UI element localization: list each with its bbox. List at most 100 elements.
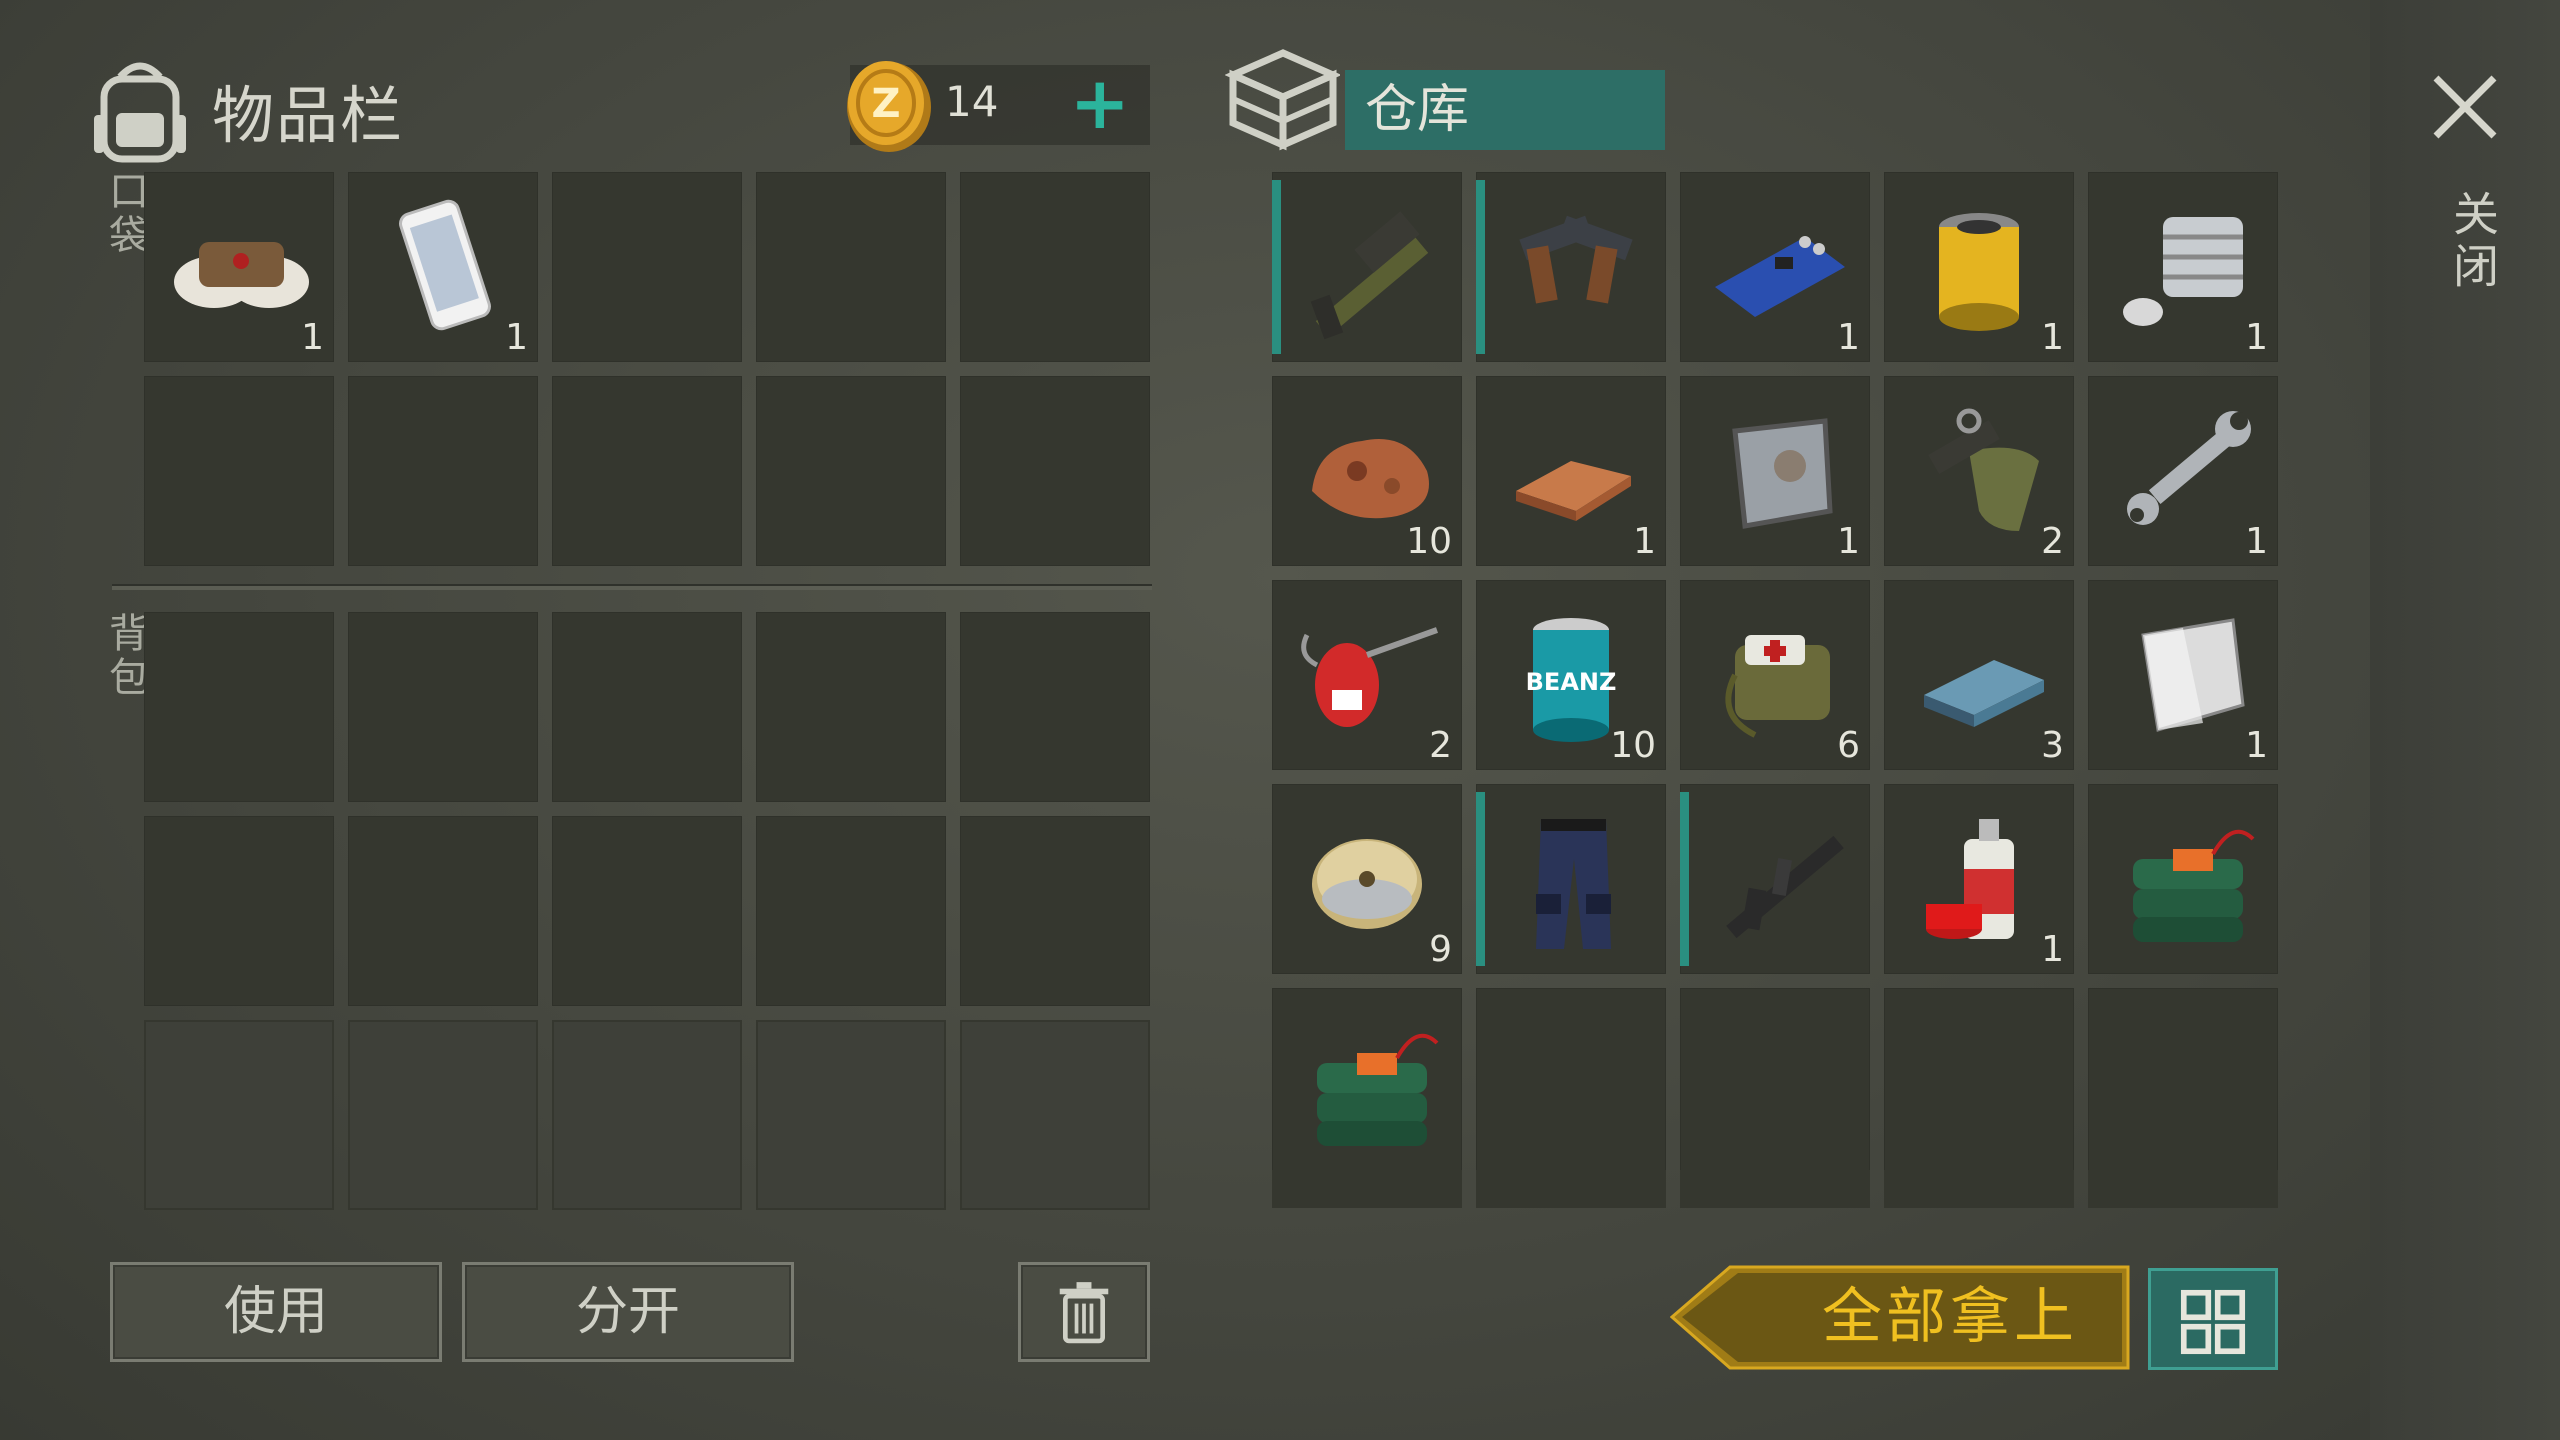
smartphone-icon [399,199,491,331]
empty-slot[interactable] [756,1020,946,1210]
item-slot[interactable]: 9 [1272,784,1462,974]
empty-slot[interactable] [1476,988,1666,1178]
item-slot[interactable]: 6 [1680,580,1870,770]
aluminum-sheet-icon [2141,618,2245,732]
tactical-pants-icon [1536,819,1611,949]
item-slot[interactable]: 3 [1884,580,2074,770]
storage-slot-partial[interactable] [1272,1170,1462,1208]
item-slot[interactable]: 1 [2088,376,2278,566]
empty-slot[interactable] [144,1020,334,1210]
c4-explosive-icon [2133,829,2255,942]
item-slot[interactable]: BEANZ 10 [1476,580,1666,770]
item-slot[interactable]: 1 [1884,172,2074,362]
wire-spool-icon [1312,839,1422,929]
empty-slot[interactable] [144,376,334,566]
item-slot[interactable]: 1 [348,172,538,362]
empty-slot[interactable] [1884,988,2074,1178]
empty-slot[interactable] [552,612,742,802]
empty-slot[interactable] [960,172,1150,362]
storage-crate-icon [1225,49,1340,151]
bandage-icon [174,242,309,308]
empty-slot[interactable] [552,376,742,566]
storage-slot-partial[interactable] [1884,1170,2074,1208]
item-slot[interactable] [1476,172,1666,362]
item-quantity: 1 [1837,317,1860,358]
storage-slot-partial[interactable] [1476,1170,1666,1208]
currency-display: Z 14 + [847,61,1150,152]
item-quantity: 1 [1837,521,1860,562]
empty-slot[interactable] [960,376,1150,566]
item-quantity: 2 [2041,521,2064,562]
item-slot[interactable] [1476,784,1666,974]
steel-ingot-icon [1924,660,2044,727]
item-slot[interactable]: 10 [1272,376,1462,566]
item-quantity: 1 [2245,725,2268,766]
item-slot[interactable]: 2 [1884,376,2074,566]
empty-slot[interactable] [348,612,538,802]
empty-slot[interactable] [348,816,538,1006]
item-quantity: 6 [1837,725,1860,766]
oil-filter-icon [1939,213,2019,331]
empty-slot[interactable] [348,1020,538,1210]
section-divider [112,584,1152,590]
metal-plate-icon [1732,418,1833,529]
empty-slot[interactable] [756,612,946,802]
grenade-launcher-icon [1310,211,1429,340]
empty-slot[interactable] [960,612,1150,802]
storage-grid: 1 1 1 10 1 1 2 1 2 BEANZ 10 6 3 1 9 1 [1272,172,2278,1178]
wrench-icon [2127,411,2251,525]
empty-slot[interactable] [144,612,334,802]
inventory-title: 物品栏 [212,79,405,152]
item-slot[interactable] [1272,988,1462,1178]
oil-can-icon [1301,627,1439,727]
close-label[interactable]: 关闭 [2440,190,2506,294]
spray-paint-icon [1926,819,2014,939]
empty-slot[interactable] [552,816,742,1006]
item-slot[interactable]: 1 [1476,376,1666,566]
item-quantity: 10 [1406,521,1452,562]
take-all-label: 全部拿上 [1822,1282,2078,1352]
use-button[interactable]: 使用 [110,1262,442,1362]
empty-slot[interactable] [756,172,946,362]
item-slot[interactable] [1272,172,1462,362]
empty-slot[interactable] [144,816,334,1006]
split-button[interactable]: 分开 [462,1262,794,1362]
add-currency-button[interactable]: + [1070,67,1130,139]
take-all-button[interactable]: 全部拿上 [1670,1265,2130,1370]
svg-text:Z: Z [871,81,900,127]
item-slot[interactable]: 2 [1272,580,1462,770]
item-slot[interactable]: 1 [144,172,334,362]
item-quantity: 1 [2245,317,2268,358]
item-slot[interactable]: 1 [2088,172,2278,362]
storage-slot-partial[interactable] [2088,1170,2278,1208]
item-slot[interactable]: 1 [1680,172,1870,362]
item-quantity: 1 [505,317,528,358]
storage-scroll-peek[interactable] [1272,1170,2278,1208]
item-slot[interactable]: 1 [1680,376,1870,566]
item-quantity: 10 [1610,725,1656,766]
close-icon[interactable] [2430,72,2500,142]
inventory-header: 物品栏 [90,45,404,175]
c4-explosive-icon [1317,1033,1439,1146]
svg-text:BEANZ: BEANZ [1526,668,1617,696]
item-slot[interactable]: 1 [2088,580,2278,770]
trash-button[interactable] [1018,1262,1150,1362]
empty-slot[interactable] [960,816,1150,1006]
empty-slot[interactable] [960,1020,1150,1210]
engine-cylinder-icon [2123,217,2243,326]
item-slot[interactable]: 1 [1884,784,2074,974]
storage-title-tab[interactable]: 仓库 [1345,70,1665,150]
empty-slot[interactable] [756,376,946,566]
backpack-grid [144,612,1150,1210]
item-slot[interactable] [2088,784,2278,974]
empty-slot[interactable] [348,376,538,566]
empty-slot[interactable] [1680,988,1870,1178]
sort-layout-button[interactable] [2148,1268,2278,1370]
item-quantity: 1 [2041,317,2064,358]
empty-slot[interactable] [552,1020,742,1210]
storage-slot-partial[interactable] [1680,1170,1870,1208]
empty-slot[interactable] [2088,988,2278,1178]
empty-slot[interactable] [756,816,946,1006]
item-slot[interactable] [1680,784,1870,974]
empty-slot[interactable] [552,172,742,362]
